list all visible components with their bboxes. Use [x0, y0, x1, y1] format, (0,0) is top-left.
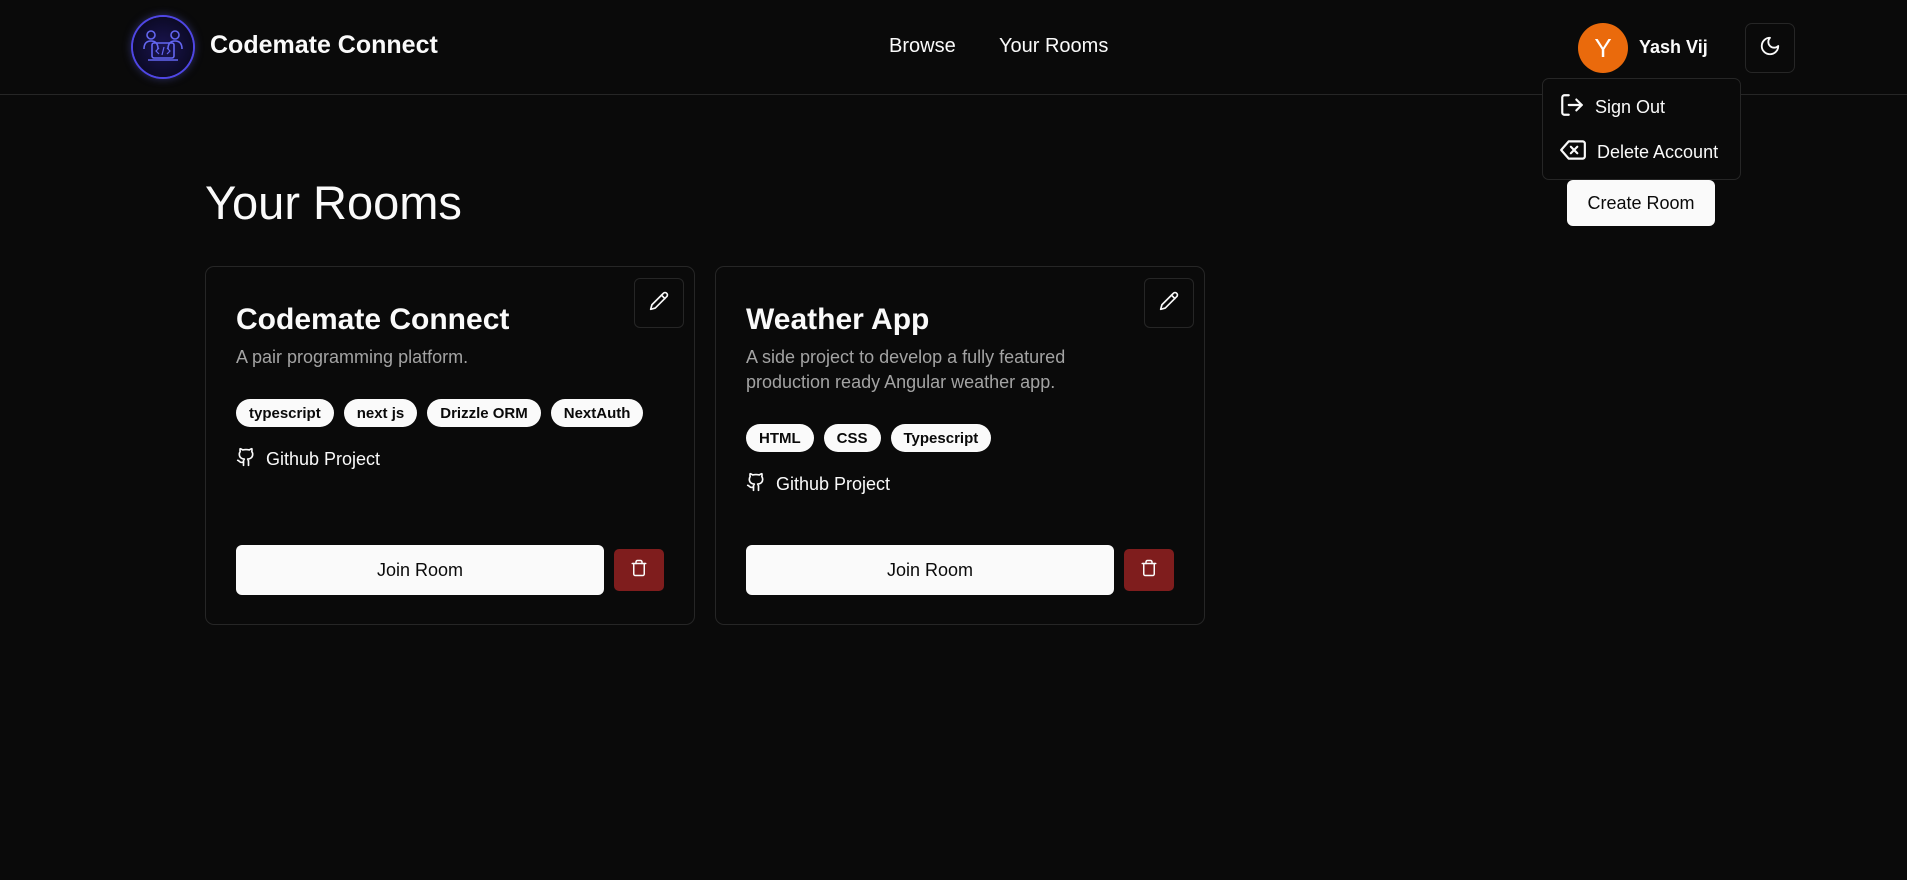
trash-icon: [630, 559, 648, 582]
tag-badge[interactable]: typescript: [236, 399, 334, 427]
edit-room-button[interactable]: [634, 278, 684, 328]
tag-badge[interactable]: Drizzle ORM: [427, 399, 541, 427]
github-link-label: Github Project: [266, 449, 381, 469]
tag-list: typescript next js Drizzle ORM NextAuth: [236, 399, 644, 427]
join-room-button[interactable]: Join Room: [746, 545, 1114, 595]
room-card: Codemate Connect A pair programming plat…: [205, 266, 695, 625]
tag-badge[interactable]: NextAuth: [550, 399, 644, 427]
avatar[interactable]: Y: [1578, 23, 1628, 73]
tag-badge[interactable]: CSS: [823, 424, 881, 452]
room-title: Codemate Connect: [236, 303, 510, 336]
trash-icon: [1140, 559, 1158, 582]
theme-toggle-button[interactable]: [1745, 23, 1795, 73]
sign-out-menu-item[interactable]: Sign Out: [1559, 93, 1665, 121]
github-project-link[interactable]: Github Project: [236, 447, 380, 472]
join-room-button[interactable]: Join Room: [236, 545, 604, 595]
moon-icon: [1759, 35, 1781, 62]
github-project-link[interactable]: Github Project: [746, 472, 890, 497]
tag-badge[interactable]: Typescript: [890, 424, 992, 452]
tag-badge[interactable]: next js: [343, 399, 418, 427]
sign-out-icon: [1559, 92, 1585, 123]
github-icon: [746, 472, 766, 497]
tag-list: HTML CSS Typescript: [746, 424, 992, 452]
pencil-icon: [1159, 291, 1179, 316]
delete-room-button[interactable]: [614, 549, 664, 591]
room-title: Weather App: [746, 303, 930, 336]
brand-name[interactable]: Codemate Connect: [210, 31, 438, 60]
delete-room-button[interactable]: [1124, 549, 1174, 591]
user-menu: Sign Out Delete Account: [1542, 78, 1741, 180]
create-room-button[interactable]: Create Room: [1567, 180, 1715, 226]
tag-badge[interactable]: HTML: [746, 424, 814, 452]
pencil-icon: [649, 291, 669, 316]
room-card: Weather App A side project to develop a …: [715, 266, 1205, 625]
delete-account-label: Delete Account: [1597, 141, 1719, 162]
nav-browse[interactable]: Browse: [889, 35, 956, 58]
logo-icon[interactable]: [133, 17, 193, 77]
github-icon: [236, 447, 256, 472]
room-description: A side project to develop a fully featur…: [746, 347, 1066, 392]
page-title: Your Rooms: [205, 176, 462, 229]
user-name[interactable]: Yash Vij: [1639, 37, 1708, 58]
github-link-label: Github Project: [776, 474, 891, 494]
delete-account-menu-item[interactable]: Delete Account: [1559, 138, 1718, 166]
edit-room-button[interactable]: [1144, 278, 1194, 328]
sign-out-label: Sign Out: [1595, 96, 1666, 117]
nav-your-rooms[interactable]: Your Rooms: [999, 35, 1108, 58]
room-description: A pair programming platform.: [236, 347, 469, 367]
delete-account-icon: [1559, 137, 1587, 168]
